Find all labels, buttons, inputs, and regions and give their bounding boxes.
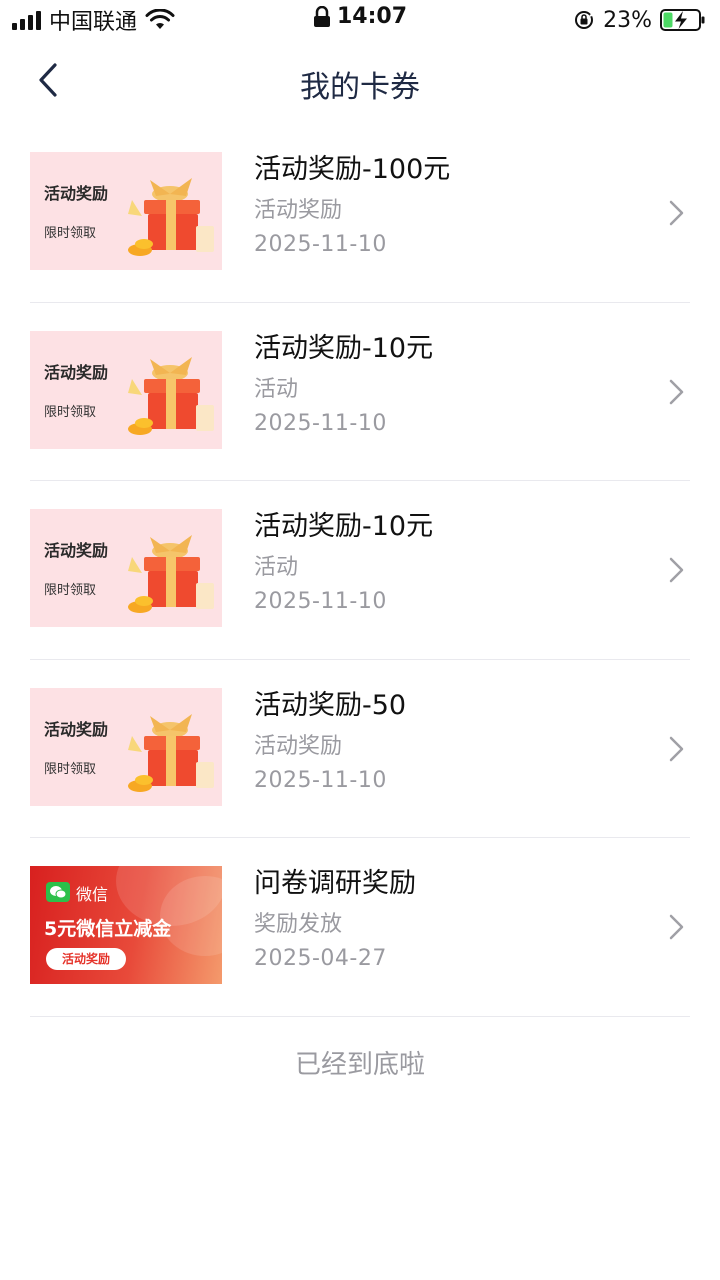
coupon-item[interactable]: 活动奖励 限时领取 活动奖励-100元 活动奖励 2025-11-10	[30, 124, 690, 303]
coupon-title: 活动奖励-10元	[254, 332, 434, 364]
lock-icon	[313, 5, 330, 27]
chevron-right-icon	[669, 736, 684, 761]
coupon-item[interactable]: 微信 5元微信立减金 活动奖励 问卷调研奖励 奖励发放 2025-04-27	[30, 838, 690, 1017]
thumbnail-subtitle: 限时领取	[44, 404, 97, 420]
coupon-thumbnail: 活动奖励 限时领取	[30, 152, 222, 270]
page-title: 我的卡券	[300, 70, 420, 105]
thumbnail-badge: 活动奖励	[46, 948, 126, 970]
coupon-date: 2025-11-10	[254, 589, 387, 614]
status-bar: 中国联通 14:07 23%	[0, 0, 720, 40]
thumbnail-title: 活动奖励	[44, 184, 109, 203]
gift-box-icon	[128, 535, 214, 613]
navigation-bar: 我的卡券	[0, 40, 720, 124]
coupon-subtitle: 活动	[254, 555, 299, 580]
battery-charging-icon	[660, 9, 705, 31]
coupon-date: 2025-11-10	[254, 767, 387, 793]
coupon-subtitle: 活动奖励	[254, 198, 343, 223]
coupon-thumbnail: 活动奖励 限时领取	[30, 330, 222, 449]
coupon-date: 2025-11-10	[254, 410, 387, 436]
coupon-thumbnail: 微信 5元微信立减金 活动奖励	[30, 866, 222, 984]
orientation-lock-icon	[575, 11, 595, 29]
coupon-item[interactable]: 活动奖励 限时领取 活动奖励-10元 活动 2025-11-10	[30, 303, 690, 481]
thumbnail-title: 活动奖励	[44, 362, 109, 382]
wechat-icon	[46, 882, 70, 902]
thumbnail-amount: 5元微信立减金	[44, 918, 172, 940]
coupon-subtitle: 奖励发放	[254, 912, 343, 937]
chevron-right-icon	[669, 557, 684, 583]
coupon-title: 问卷调研奖励	[254, 868, 416, 899]
gift-box-icon	[128, 713, 214, 792]
coupon-title: 活动奖励-50	[254, 689, 407, 721]
coupon-title: 活动奖励-100元	[254, 154, 451, 185]
thumbnail-subtitle: 限时领取	[44, 761, 97, 777]
thumbnail-title: 活动奖励	[44, 719, 109, 739]
coupon-title: 活动奖励-10元	[254, 511, 434, 542]
thumbnail-subtitle: 限时领取	[44, 226, 97, 241]
coupon-subtitle: 活动	[254, 376, 299, 402]
gift-box-icon	[128, 178, 214, 256]
chevron-right-icon	[669, 200, 684, 226]
chevron-right-icon	[669, 914, 684, 940]
chevron-right-icon	[669, 379, 684, 404]
coupon-subtitle: 活动奖励	[254, 733, 343, 759]
thumbnail-subtitle: 限时领取	[44, 583, 97, 598]
thumbnail-title: 活动奖励	[44, 541, 109, 560]
coupon-item[interactable]: 活动奖励 限时领取 活动奖励-10元 活动 2025-11-10	[30, 481, 690, 660]
wechat-label: 微信	[76, 885, 109, 904]
coupon-thumbnail: 活动奖励 限时领取	[30, 687, 222, 806]
coupon-item[interactable]: 活动奖励 限时领取 活动奖励-50 活动奖励 2025-11-10	[30, 660, 690, 838]
coupon-date: 2025-04-27	[254, 946, 387, 971]
end-of-list-text: 已经到底啦	[294, 1050, 425, 1080]
gift-box-icon	[128, 356, 214, 435]
coupon-list: 活动奖励 限时领取 活动奖励-100元 活动奖励 2025-11-10 活动奖励…	[30, 124, 690, 1017]
coupon-thumbnail: 活动奖励 限时领取	[30, 509, 222, 627]
clock: 14:07	[336, 4, 408, 29]
battery-percent: 23%	[603, 7, 652, 33]
coupon-date: 2025-11-10	[254, 232, 387, 257]
